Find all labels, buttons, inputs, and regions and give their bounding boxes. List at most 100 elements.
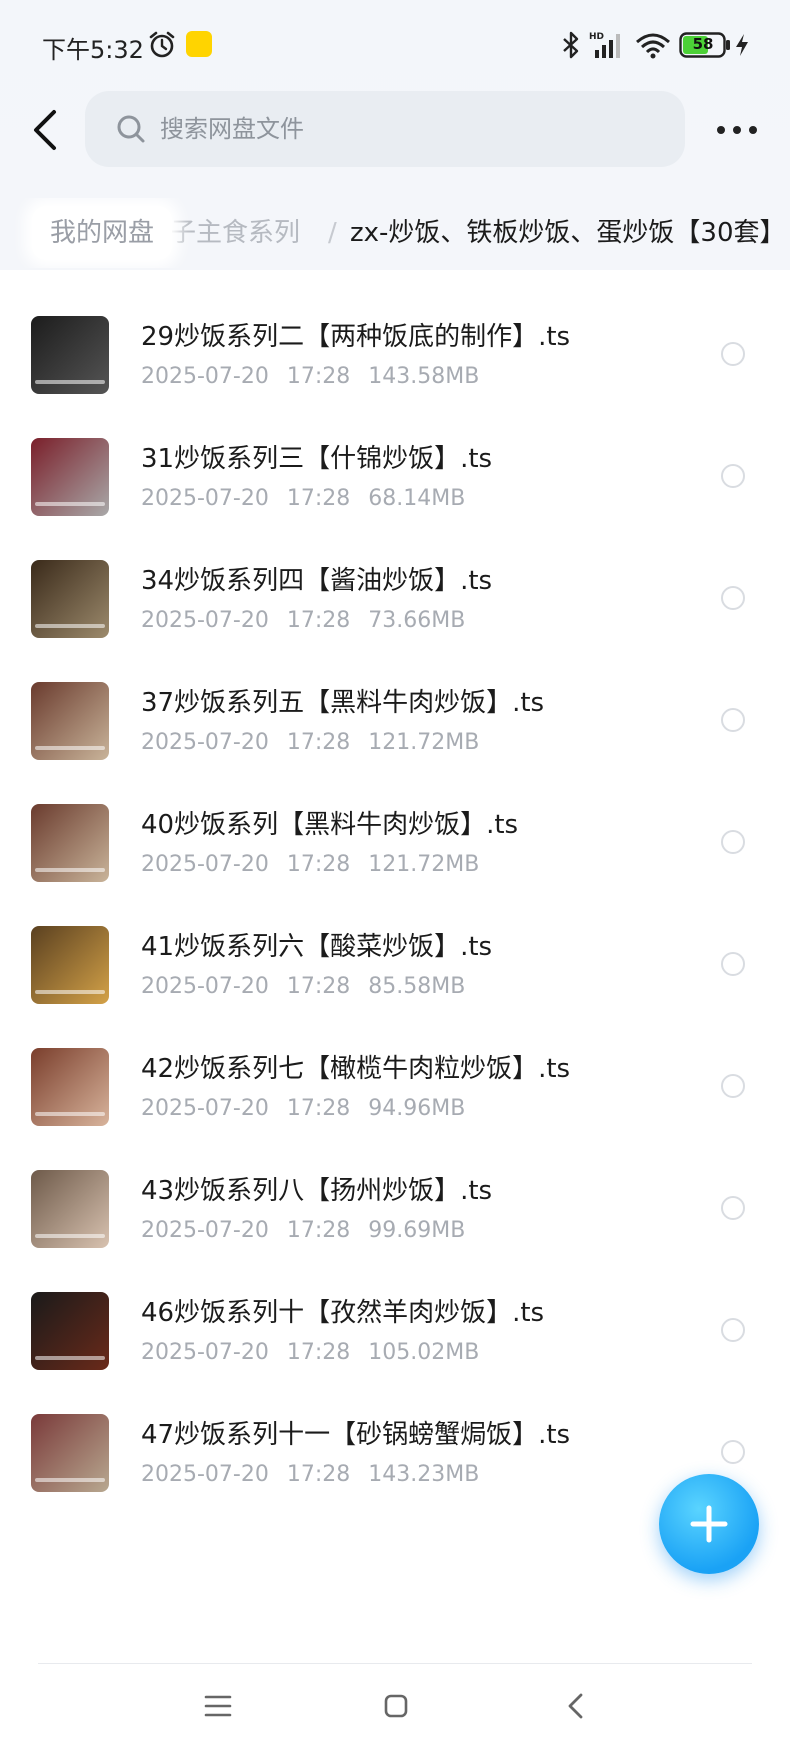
file-name: 43炒饭系列八【扬州炒饭】.ts bbox=[141, 1176, 493, 1206]
back-button[interactable] bbox=[24, 104, 72, 156]
select-checkbox[interactable] bbox=[721, 342, 745, 366]
file-time: 17:28 bbox=[286, 364, 351, 389]
thumbnail-caption-bar bbox=[35, 1234, 105, 1238]
video-thumbnail bbox=[31, 1292, 109, 1370]
alarm-icon bbox=[149, 31, 175, 58]
file-name: 40炒饭系列【黑料牛肉炒饭】.ts bbox=[141, 810, 519, 840]
select-checkbox[interactable] bbox=[721, 1440, 745, 1464]
file-date: 2025-07-20 bbox=[141, 1340, 269, 1365]
breadcrumb: 子主食系列 我的网盘 / zx-炒饭、铁板炒饭、蛋炒饭【30套】 bbox=[0, 198, 790, 268]
file-date: 2025-07-20 bbox=[141, 1462, 269, 1487]
thumbnail-caption-bar bbox=[35, 624, 105, 628]
video-thumbnail bbox=[31, 1414, 109, 1492]
file-meta: 2025-07-20 17:28 105.02MB bbox=[141, 1340, 497, 1365]
more-button[interactable] bbox=[712, 110, 764, 150]
thumbnail-caption-bar bbox=[35, 1356, 105, 1360]
file-date: 2025-07-20 bbox=[141, 852, 269, 877]
video-thumbnail bbox=[31, 560, 109, 638]
video-thumbnail bbox=[31, 1170, 109, 1248]
file-name: 47炒饭系列十一【砂锅螃蟹焗饭】.ts bbox=[141, 1420, 571, 1450]
file-row[interactable]: 37炒饭系列五【黑料牛肉炒饭】.ts 2025-07-20 17:28 121.72M… bbox=[0, 644, 790, 781]
search-input[interactable]: 搜索网盘文件 bbox=[85, 91, 685, 167]
file-row[interactable]: 31炒饭系列三【什锦炒饭】.ts 2025-07-20 17:28 68.14MB bbox=[0, 400, 790, 537]
home-icon[interactable] bbox=[384, 1694, 408, 1718]
back-icon bbox=[34, 110, 56, 150]
select-checkbox[interactable] bbox=[721, 830, 745, 854]
video-thumbnail bbox=[31, 804, 109, 882]
file-size: 85.58MB bbox=[368, 974, 466, 999]
file-row[interactable]: 46炒饭系列十【孜然羊肉炒饭】.ts 2025-07-20 17:28 105.02M… bbox=[0, 1254, 790, 1391]
video-thumbnail bbox=[31, 438, 109, 516]
file-time: 17:28 bbox=[286, 974, 351, 999]
file-meta: 2025-07-20 17:28 143.58MB bbox=[141, 364, 497, 389]
file-meta: 2025-07-20 17:28 99.69MB bbox=[141, 1218, 483, 1243]
select-checkbox[interactable] bbox=[721, 464, 745, 488]
file-row[interactable]: 43炒饭系列八【扬州炒饭】.ts 2025-07-20 17:28 99.69MB bbox=[0, 1132, 790, 1269]
file-meta: 2025-07-20 17:28 143.23MB bbox=[141, 1462, 497, 1487]
file-date: 2025-07-20 bbox=[141, 364, 269, 389]
file-size: 99.69MB bbox=[368, 1218, 466, 1243]
file-list: 29炒饭系列二【两种饭底的制作】.ts 2025-07-20 17:28 143.58… bbox=[0, 278, 790, 1666]
thumbnail-caption-bar bbox=[35, 1112, 105, 1116]
file-row[interactable]: 41炒饭系列六【酸菜炒饭】.ts 2025-07-20 17:28 85.58MB bbox=[0, 888, 790, 1025]
signal-icon: HD bbox=[589, 32, 620, 58]
wifi-icon bbox=[636, 33, 670, 59]
bluetooth-icon bbox=[563, 31, 579, 59]
file-date: 2025-07-20 bbox=[141, 1218, 269, 1243]
thumbnail-caption-bar bbox=[35, 502, 105, 506]
select-checkbox[interactable] bbox=[721, 952, 745, 976]
menu-icon[interactable] bbox=[204, 1694, 232, 1718]
network-type-label: HD bbox=[589, 32, 604, 42]
thumbnail-caption-bar bbox=[35, 990, 105, 994]
charge-icon bbox=[736, 34, 748, 56]
thumbnail-caption-bar bbox=[35, 1478, 105, 1482]
file-meta: 2025-07-20 17:28 121.72MB bbox=[141, 852, 497, 877]
breadcrumb-item-current: zx-炒饭、铁板炒饭、蛋炒饭【30套】 bbox=[350, 218, 786, 248]
select-checkbox[interactable] bbox=[721, 1196, 745, 1220]
file-time: 17:28 bbox=[286, 486, 351, 511]
nav-divider bbox=[38, 1663, 752, 1664]
file-size: 68.14MB bbox=[368, 486, 466, 511]
file-name: 42炒饭系列七【橄榄牛肉粒炒饭】.ts bbox=[141, 1054, 571, 1084]
file-size: 143.23MB bbox=[368, 1462, 480, 1487]
select-checkbox[interactable] bbox=[721, 708, 745, 732]
file-date: 2025-07-20 bbox=[141, 730, 269, 755]
file-meta: 2025-07-20 17:28 94.96MB bbox=[141, 1096, 483, 1121]
file-row[interactable]: 34炒饭系列四【酱油炒饭】.ts 2025-07-20 17:28 73.66MB bbox=[0, 522, 790, 659]
file-time: 17:28 bbox=[286, 608, 351, 633]
breadcrumb-item-root[interactable]: 我的网盘 bbox=[32, 206, 173, 260]
breadcrumb-item-parent[interactable]: 子主食系列 bbox=[170, 206, 300, 260]
search-icon bbox=[117, 115, 145, 143]
file-size: 143.58MB bbox=[368, 364, 480, 389]
video-thumbnail bbox=[31, 316, 109, 394]
status-bar: 下午5:32 HD 58 bbox=[0, 0, 790, 92]
nav-back-icon[interactable] bbox=[566, 1692, 586, 1720]
file-row[interactable]: 29炒饭系列二【两种饭底的制作】.ts 2025-07-20 17:28 143.58… bbox=[0, 278, 790, 415]
search-placeholder: 搜索网盘文件 bbox=[160, 115, 304, 143]
file-date: 2025-07-20 bbox=[141, 974, 269, 999]
file-size: 73.66MB bbox=[368, 608, 466, 633]
file-time: 17:28 bbox=[286, 1218, 351, 1243]
video-thumbnail bbox=[31, 926, 109, 1004]
screen: 下午5:32 HD 58 搜索网盘文件 子主食系列 我的网盘 / zx-炒饭、铁… bbox=[0, 0, 790, 1756]
plus-icon bbox=[690, 1505, 728, 1543]
select-checkbox[interactable] bbox=[721, 1074, 745, 1098]
video-thumbnail bbox=[31, 682, 109, 760]
app-notification-icon bbox=[186, 31, 212, 57]
select-checkbox[interactable] bbox=[721, 586, 745, 610]
file-time: 17:28 bbox=[286, 1096, 351, 1121]
file-row[interactable]: 42炒饭系列七【橄榄牛肉粒炒饭】.ts 2025-07-20 17:28 94.96M… bbox=[0, 1010, 790, 1147]
video-thumbnail bbox=[31, 1048, 109, 1126]
thumbnail-caption-bar bbox=[35, 868, 105, 872]
file-size: 94.96MB bbox=[368, 1096, 466, 1121]
status-time: 下午5:32 bbox=[42, 36, 144, 64]
breadcrumb-separator: / bbox=[328, 218, 337, 248]
file-date: 2025-07-20 bbox=[141, 486, 269, 511]
file-row[interactable]: 40炒饭系列【黑料牛肉炒饭】.ts 2025-07-20 17:28 121.72MB bbox=[0, 766, 790, 903]
file-time: 17:28 bbox=[286, 1340, 351, 1365]
select-checkbox[interactable] bbox=[721, 1318, 745, 1342]
add-file-button[interactable] bbox=[659, 1474, 759, 1574]
file-meta: 2025-07-20 17:28 121.72MB bbox=[141, 730, 497, 755]
file-name: 37炒饭系列五【黑料牛肉炒饭】.ts bbox=[141, 688, 545, 718]
file-name: 31炒饭系列三【什锦炒饭】.ts bbox=[141, 444, 493, 474]
